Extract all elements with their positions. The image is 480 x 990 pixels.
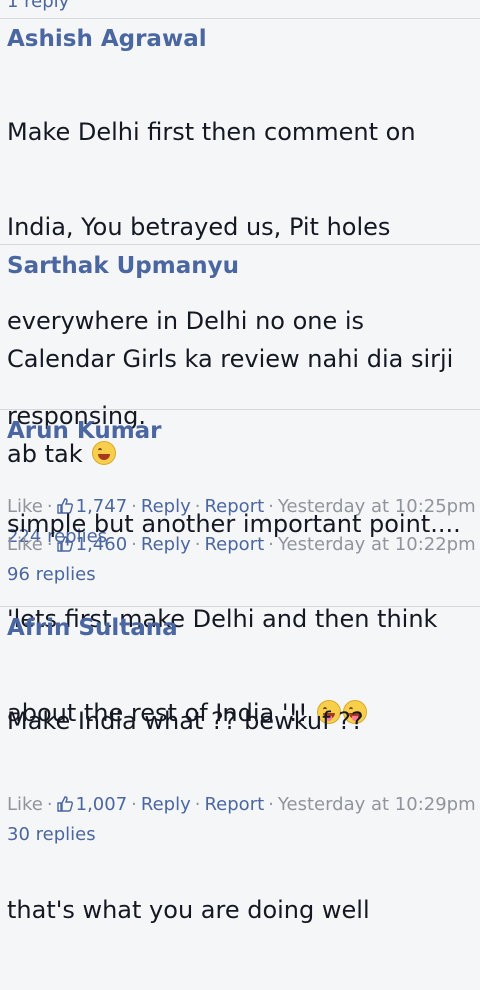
previous-replies-fragment[interactable]: 1 reply	[0, 0, 480, 19]
comment-line: Make India what ?? bewkuf ??	[7, 707, 364, 735]
comment-line: Make Delhi first then comment on	[7, 118, 416, 146]
comment-author[interactable]: Arun Kumar	[7, 417, 480, 445]
comment: Afrin Sultana Make India what ?? bewkuf …	[0, 608, 480, 924]
comment: Sarthak Upmanyu Calendar Girls ka review…	[0, 246, 480, 585]
comment-author[interactable]: Sarthak Upmanyu	[7, 252, 480, 280]
comment-line	[7, 801, 480, 833]
comment-body: Make India what ?? bewkuf ?? that's what…	[7, 643, 480, 990]
previous-replies-link[interactable]: 1 reply	[7, 0, 69, 12]
comment: Arun Kumar simple but another important …	[0, 411, 480, 845]
comment-author[interactable]: Ashish Agrawal	[7, 25, 480, 53]
comment-line: simple but another important point....	[7, 510, 461, 538]
comment-line: India, You betrayed us, Pit holes	[7, 212, 391, 241]
comment-author[interactable]: Afrin Sultana	[7, 614, 480, 642]
comment: Ashish Agrawal Make Delhi first then com…	[0, 19, 480, 547]
comment-line: Calendar Girls ka review nahi dia sirji	[7, 345, 454, 373]
comment-line: that's what you are doing well	[7, 896, 370, 924]
